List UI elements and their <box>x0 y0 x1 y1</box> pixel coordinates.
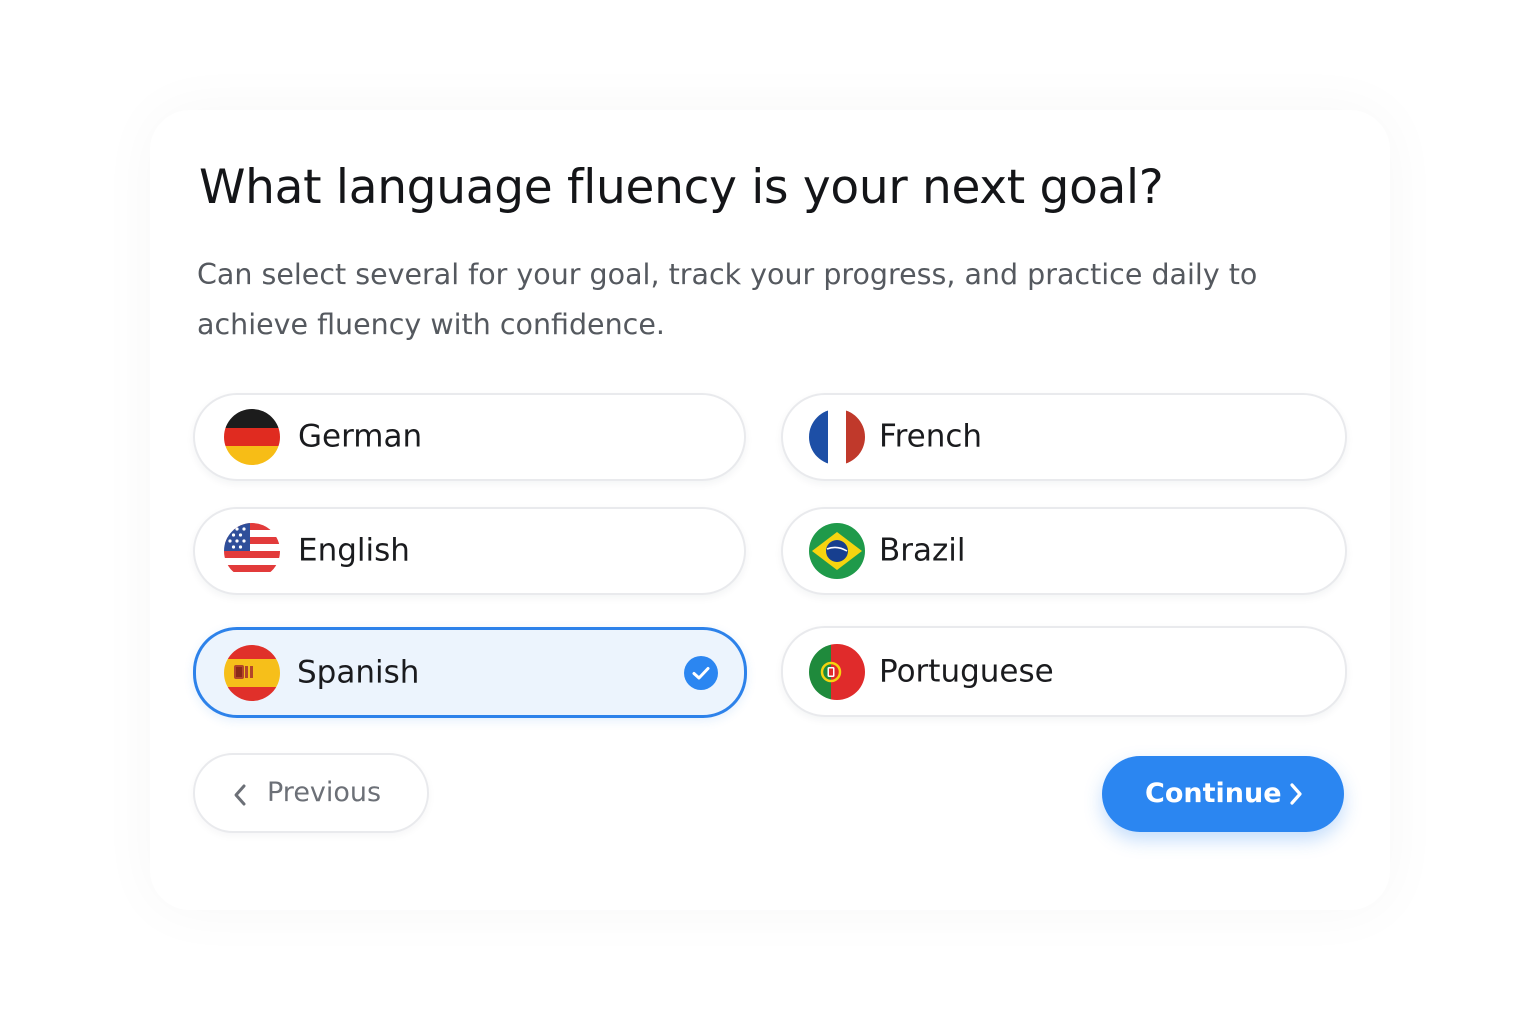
previous-label: Previous <box>267 776 382 808</box>
checkmark-icon <box>684 655 718 690</box>
option-german[interactable]: German <box>193 393 746 481</box>
german-flag-icon <box>224 409 280 465</box>
previous-button[interactable]: Previous <box>193 753 429 833</box>
option-label: German <box>298 418 423 455</box>
page-subtitle: Can select several for your goal, track … <box>197 258 1258 341</box>
portugal-flag-icon <box>809 643 865 700</box>
option-english[interactable]: English <box>193 507 746 595</box>
option-spanish[interactable]: Spanish <box>193 627 747 718</box>
option-brazil[interactable]: Brazil <box>781 507 1347 595</box>
page-title: What language fluency is your next goal? <box>199 160 1164 215</box>
option-label: Brazil <box>879 532 966 569</box>
option-label: French <box>879 418 983 455</box>
chevron-left-icon <box>234 784 246 806</box>
french-flag-icon <box>809 409 865 465</box>
continue-button[interactable]: Continue <box>1102 756 1344 832</box>
option-french[interactable]: French <box>781 393 1347 481</box>
option-label: English <box>298 532 410 569</box>
us-flag-icon <box>224 523 280 579</box>
brazil-flag-icon <box>809 523 865 579</box>
option-label: Spanish <box>297 653 420 690</box>
spain-flag-icon <box>224 644 280 701</box>
option-portuguese[interactable]: Portuguese <box>781 626 1347 717</box>
option-label: Portuguese <box>879 652 1054 689</box>
chevron-right-icon <box>1290 783 1302 805</box>
continue-label: Continue <box>1145 777 1282 809</box>
